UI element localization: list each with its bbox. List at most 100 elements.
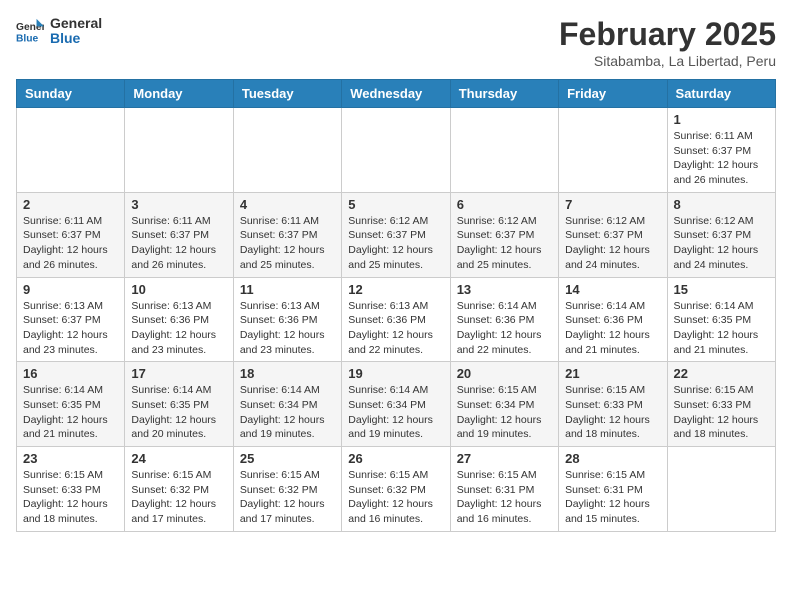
calendar-cell: 25 Sunrise: 6:15 AM Sunset: 6:32 PM Dayli… — [233, 447, 341, 532]
calendar-cell: 8 Sunrise: 6:12 AM Sunset: 6:37 PM Daylig… — [667, 192, 775, 277]
day-number: 21 — [565, 366, 660, 381]
calendar-cell: 13Sunrise: 6:14 AM Sunset: 6:36 PM Dayli… — [450, 277, 558, 362]
calendar-cell: 22Sunrise: 6:15 AM Sunset: 6:33 PM Dayli… — [667, 362, 775, 447]
day-info: Sunrise: 6:15 AM Sunset: 6:32 PM Dayligh… — [348, 468, 443, 527]
day-number: 22 — [674, 366, 769, 381]
day-info: Sunrise: 6:15 AM Sunset: 6:33 PM Dayligh… — [565, 383, 660, 442]
location: Sitabamba, La Libertad, Peru — [559, 53, 776, 69]
weekday-header-saturday: Saturday — [667, 80, 775, 108]
calendar-cell: 6 Sunrise: 6:12 AM Sunset: 6:37 PM Daylig… — [450, 192, 558, 277]
day-number: 2 — [23, 197, 118, 212]
calendar-cell: 15 Sunrise: 6:14 AM Sunset: 6:35 PM Dayli… — [667, 277, 775, 362]
day-info: Sunrise: 6:14 AM Sunset: 6:34 PM Dayligh… — [240, 383, 335, 442]
logo-blue: Blue — [50, 31, 102, 46]
day-info: Sunrise: 6:12 AM Sunset: 6:37 PM Dayligh… — [457, 214, 552, 273]
calendar-cell: 4Sunrise: 6:11 AM Sunset: 6:37 PM Daylig… — [233, 192, 341, 277]
calendar-cell: 9 Sunrise: 6:13 AM Sunset: 6:37 PM Daylig… — [17, 277, 125, 362]
weekday-header-row: SundayMondayTuesdayWednesdayThursdayFrid… — [17, 80, 776, 108]
calendar-cell — [17, 108, 125, 193]
day-number: 10 — [131, 282, 226, 297]
svg-text:Blue: Blue — [16, 34, 39, 45]
logo-icon: General Blue — [16, 17, 44, 45]
day-number: 1 — [674, 112, 769, 127]
day-info: Sunrise: 6:15 AM Sunset: 6:31 PM Dayligh… — [457, 468, 552, 527]
month-year: February 2025 — [559, 16, 776, 53]
header: General Blue General Blue February 2025 … — [16, 16, 776, 69]
day-number: 20 — [457, 366, 552, 381]
calendar-cell: 3 Sunrise: 6:11 AM Sunset: 6:37 PM Daylig… — [125, 192, 233, 277]
day-number: 7 — [565, 197, 660, 212]
calendar-cell: 7 Sunrise: 6:12 AM Sunset: 6:37 PM Daylig… — [559, 192, 667, 277]
calendar-cell: 21 Sunrise: 6:15 AM Sunset: 6:33 PM Dayli… — [559, 362, 667, 447]
day-number: 14 — [565, 282, 660, 297]
day-number: 26 — [348, 451, 443, 466]
day-info: Sunrise: 6:13 AM Sunset: 6:36 PM Dayligh… — [348, 299, 443, 358]
week-row-3: 9 Sunrise: 6:13 AM Sunset: 6:37 PM Daylig… — [17, 277, 776, 362]
weekday-header-monday: Monday — [125, 80, 233, 108]
week-row-5: 23 Sunrise: 6:15 AM Sunset: 6:33 PM Dayli… — [17, 447, 776, 532]
calendar-cell: 10 Sunrise: 6:13 AM Sunset: 6:36 PM Dayli… — [125, 277, 233, 362]
calendar-cell: 28 Sunrise: 6:15 AM Sunset: 6:31 PM Dayli… — [559, 447, 667, 532]
day-info: Sunrise: 6:11 AM Sunset: 6:37 PM Dayligh… — [23, 214, 118, 273]
day-number: 17 — [131, 366, 226, 381]
day-info: Sunrise: 6:15 AM Sunset: 6:32 PM Dayligh… — [240, 468, 335, 527]
day-number: 16 — [23, 366, 118, 381]
day-info: Sunrise: 6:15 AM Sunset: 6:33 PM Dayligh… — [23, 468, 118, 527]
week-row-1: 1 Sunrise: 6:11 AM Sunset: 6:37 PM Daylig… — [17, 108, 776, 193]
calendar-cell: 23 Sunrise: 6:15 AM Sunset: 6:33 PM Dayli… — [17, 447, 125, 532]
day-info: Sunrise: 6:12 AM Sunset: 6:37 PM Dayligh… — [565, 214, 660, 273]
day-number: 19 — [348, 366, 443, 381]
weekday-header-tuesday: Tuesday — [233, 80, 341, 108]
weekday-header-sunday: Sunday — [17, 80, 125, 108]
calendar-cell: 19Sunrise: 6:14 AM Sunset: 6:34 PM Dayli… — [342, 362, 450, 447]
day-number: 28 — [565, 451, 660, 466]
calendar-cell: 24 Sunrise: 6:15 AM Sunset: 6:32 PM Dayli… — [125, 447, 233, 532]
calendar-cell: 5Sunrise: 6:12 AM Sunset: 6:37 PM Daylig… — [342, 192, 450, 277]
day-number: 23 — [23, 451, 118, 466]
day-number: 25 — [240, 451, 335, 466]
weekday-header-wednesday: Wednesday — [342, 80, 450, 108]
day-info: Sunrise: 6:15 AM Sunset: 6:31 PM Dayligh… — [565, 468, 660, 527]
logo: General Blue General Blue — [16, 16, 102, 47]
day-number: 24 — [131, 451, 226, 466]
calendar-cell: 17 Sunrise: 6:14 AM Sunset: 6:35 PM Dayli… — [125, 362, 233, 447]
day-info: Sunrise: 6:11 AM Sunset: 6:37 PM Dayligh… — [674, 129, 769, 188]
calendar-cell — [667, 447, 775, 532]
calendar-cell: 1 Sunrise: 6:11 AM Sunset: 6:37 PM Daylig… — [667, 108, 775, 193]
day-number: 3 — [131, 197, 226, 212]
calendar-cell: 27Sunrise: 6:15 AM Sunset: 6:31 PM Dayli… — [450, 447, 558, 532]
day-number: 9 — [23, 282, 118, 297]
logo-general: General — [50, 16, 102, 31]
calendar-cell: 11 Sunrise: 6:13 AM Sunset: 6:36 PM Dayli… — [233, 277, 341, 362]
day-number: 15 — [674, 282, 769, 297]
title-area: February 2025 Sitabamba, La Libertad, Pe… — [559, 16, 776, 69]
calendar-cell: 26 Sunrise: 6:15 AM Sunset: 6:32 PM Dayli… — [342, 447, 450, 532]
weekday-header-thursday: Thursday — [450, 80, 558, 108]
day-info: Sunrise: 6:13 AM Sunset: 6:37 PM Dayligh… — [23, 299, 118, 358]
day-info: Sunrise: 6:15 AM Sunset: 6:32 PM Dayligh… — [131, 468, 226, 527]
calendar-cell: 20Sunrise: 6:15 AM Sunset: 6:34 PM Dayli… — [450, 362, 558, 447]
calendar-cell: 14 Sunrise: 6:14 AM Sunset: 6:36 PM Dayli… — [559, 277, 667, 362]
day-number: 18 — [240, 366, 335, 381]
day-number: 4 — [240, 197, 335, 212]
weekday-header-friday: Friday — [559, 80, 667, 108]
day-number: 5 — [348, 197, 443, 212]
day-info: Sunrise: 6:12 AM Sunset: 6:37 PM Dayligh… — [674, 214, 769, 273]
day-number: 6 — [457, 197, 552, 212]
day-number: 8 — [674, 197, 769, 212]
day-info: Sunrise: 6:14 AM Sunset: 6:36 PM Dayligh… — [565, 299, 660, 358]
week-row-4: 16 Sunrise: 6:14 AM Sunset: 6:35 PM Dayli… — [17, 362, 776, 447]
day-info: Sunrise: 6:13 AM Sunset: 6:36 PM Dayligh… — [131, 299, 226, 358]
day-info: Sunrise: 6:13 AM Sunset: 6:36 PM Dayligh… — [240, 299, 335, 358]
calendar-cell — [125, 108, 233, 193]
calendar-cell — [342, 108, 450, 193]
calendar-cell — [233, 108, 341, 193]
day-number: 13 — [457, 282, 552, 297]
day-info: Sunrise: 6:14 AM Sunset: 6:35 PM Dayligh… — [674, 299, 769, 358]
day-number: 11 — [240, 282, 335, 297]
day-info: Sunrise: 6:11 AM Sunset: 6:37 PM Dayligh… — [131, 214, 226, 273]
week-row-2: 2 Sunrise: 6:11 AM Sunset: 6:37 PM Daylig… — [17, 192, 776, 277]
calendar-cell — [450, 108, 558, 193]
day-info: Sunrise: 6:14 AM Sunset: 6:35 PM Dayligh… — [131, 383, 226, 442]
calendar-cell — [559, 108, 667, 193]
